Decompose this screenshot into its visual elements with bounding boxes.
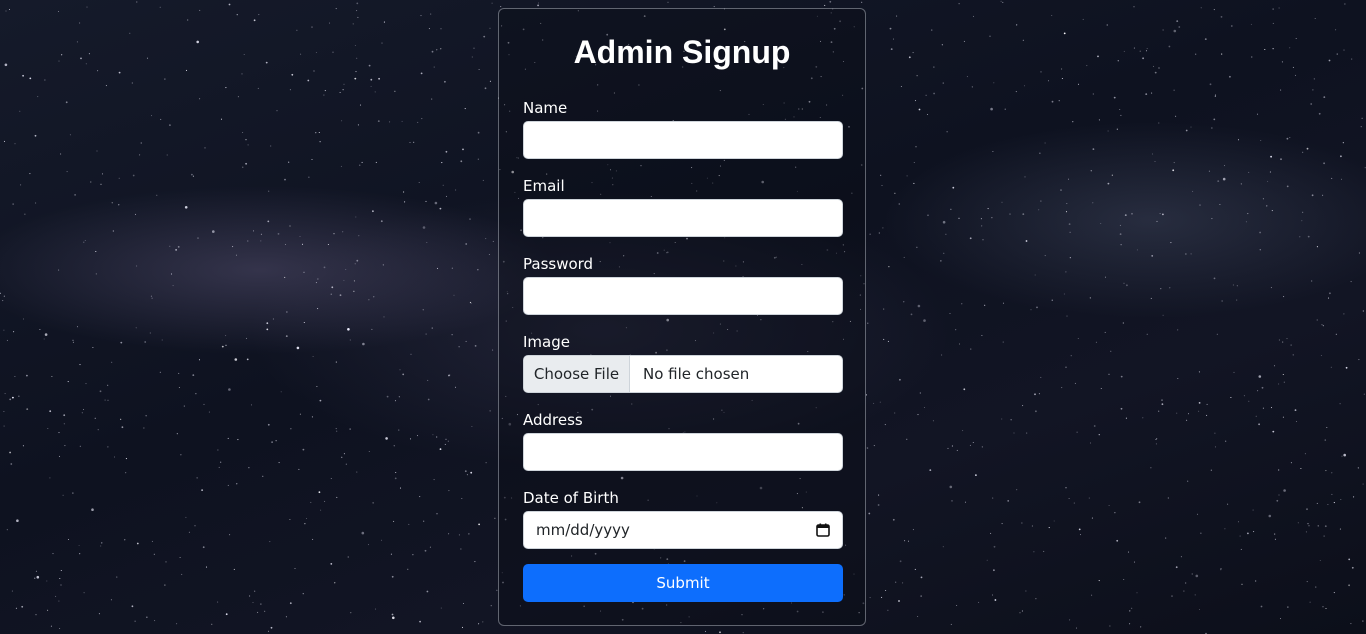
dob-date-input[interactable]: mm/dd/yyyy xyxy=(523,511,843,549)
address-label: Address xyxy=(523,411,583,429)
name-input[interactable] xyxy=(523,121,843,159)
file-status-text: No file chosen xyxy=(643,365,750,383)
submit-button[interactable]: Submit xyxy=(523,564,843,602)
password-input[interactable] xyxy=(523,277,843,315)
image-field-group: Image Choose File No file chosen xyxy=(523,333,843,393)
password-label: Password xyxy=(523,255,594,273)
email-field-group: Email xyxy=(523,177,843,237)
page-title: Admin Signup xyxy=(573,34,791,70)
dob-label: Date of Birth xyxy=(523,489,619,507)
address-input[interactable] xyxy=(523,433,843,471)
choose-file-button[interactable]: Choose File xyxy=(524,356,630,392)
dob-field-group: Date of Birth mm/dd/yyyy xyxy=(523,489,843,549)
calendar-icon[interactable] xyxy=(816,523,830,537)
image-file-input[interactable]: Choose File No file chosen xyxy=(523,355,843,393)
email-input[interactable] xyxy=(523,199,843,237)
name-label: Name xyxy=(523,99,568,117)
name-field-group: Name xyxy=(523,99,843,159)
email-label: Email xyxy=(523,177,565,195)
signup-card: Admin Signup Name Email Password Image C… xyxy=(498,8,866,626)
image-label: Image xyxy=(523,333,570,351)
dob-placeholder: mm/dd/yyyy xyxy=(536,521,630,539)
password-field-group: Password xyxy=(523,255,843,315)
address-field-group: Address xyxy=(523,411,843,471)
